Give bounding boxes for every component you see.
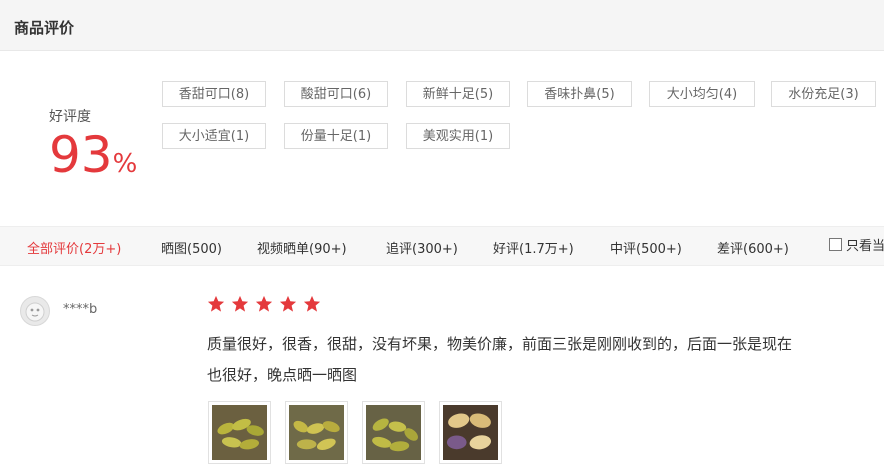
only-view-label: 只看当	[846, 239, 884, 254]
reviewer-name: ****b	[63, 302, 98, 317]
only-view-checkbox[interactable]: 只看当	[829, 235, 884, 254]
star-rating	[207, 295, 322, 317]
avatar-icon	[25, 302, 45, 322]
avatar[interactable]	[20, 296, 50, 326]
mango-photo	[366, 405, 421, 460]
star-icon	[280, 295, 297, 312]
tag-fragrant[interactable]: 香味扑鼻(5)	[527, 81, 632, 107]
rating-label: 好评度	[49, 109, 91, 125]
tag-even-size[interactable]: 大小均匀(4)	[649, 81, 755, 107]
tag-sour-sweet[interactable]: 酸甜可口(6)	[284, 81, 388, 107]
star-icon	[231, 295, 249, 312]
filter-photos[interactable]: 晒图(500)	[161, 238, 222, 257]
filter-neutral[interactable]: 中评(500+)	[610, 238, 682, 257]
section-title: 商品评价	[14, 19, 75, 37]
review-text-line: 质量很好，很香，很甜，没有坏果，物美价廉，前面三张是刚刚收到的，后面一张是现在	[207, 335, 793, 353]
star-icon	[304, 295, 321, 312]
tag-right-size[interactable]: 大小适宜(1)	[162, 123, 266, 149]
mango-cut-photo	[443, 405, 498, 460]
filter-negative[interactable]: 差评(600+)	[717, 238, 789, 257]
filter-all[interactable]: 全部评价(2万+)	[27, 238, 121, 257]
mango-photo	[289, 405, 344, 460]
tag-fresh[interactable]: 新鲜十足(5)	[406, 81, 510, 107]
rating-value: 93%	[49, 126, 137, 193]
review-text-line: 也很好，晚点晒一晒图	[207, 366, 358, 384]
section-header: 商品评价	[0, 0, 884, 51]
star-icon	[256, 295, 273, 312]
rating-number: 93	[49, 126, 113, 184]
filter-followup[interactable]: 追评(300+)	[386, 238, 458, 257]
review-image-thumb[interactable]	[285, 401, 348, 464]
filter-positive[interactable]: 好评(1.7万+)	[493, 238, 574, 257]
tag-good-looking[interactable]: 美观实用(1)	[406, 123, 510, 149]
star-icon	[207, 295, 225, 312]
review-filter-bar: 全部评价(2万+) 晒图(500) 视频晒单(90+) 追评(300+) 好评(…	[0, 226, 884, 266]
checkbox-icon[interactable]	[829, 238, 842, 251]
review-text: 质量很好，很香，很甜，没有坏果，物美价廉，前面三张是刚刚收到的，后面一张是现在 …	[207, 329, 884, 391]
review-image-thumb[interactable]	[208, 401, 271, 464]
tag-ample-amount[interactable]: 份量十足(1)	[284, 123, 388, 149]
rating-unit: %	[112, 149, 138, 179]
review-image-thumb[interactable]	[362, 401, 425, 464]
review-image-thumb[interactable]	[439, 401, 502, 464]
tag-sweet[interactable]: 香甜可口(8)	[162, 81, 266, 107]
mango-photo	[212, 405, 267, 460]
tag-juicy[interactable]: 水份充足(3)	[771, 81, 876, 107]
filter-video[interactable]: 视频晒单(90+)	[257, 238, 347, 257]
